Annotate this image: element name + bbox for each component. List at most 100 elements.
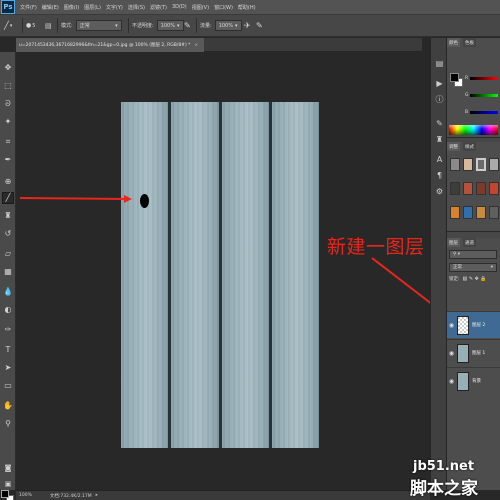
wood-plank <box>171 102 220 448</box>
brush-tool-icon[interactable]: ╱ <box>2 192 14 204</box>
tab-layers[interactable]: 图层 <box>447 238 460 247</box>
properties-panel-icon[interactable]: ⚙ <box>434 186 445 197</box>
red-slider[interactable]: R <box>465 73 500 83</box>
style-preset[interactable] <box>476 158 486 171</box>
paragraph-panel-icon[interactable]: ¶ <box>434 170 445 181</box>
actions-panel-icon[interactable]: ▶ <box>434 78 445 89</box>
blur-tool-icon[interactable]: 💧 <box>2 286 14 298</box>
style-preset[interactable] <box>463 206 473 219</box>
menu-filter[interactable]: 滤镜(T) <box>150 4 167 11</box>
zoom-level[interactable]: 100% <box>19 493 32 498</box>
menu-select[interactable]: 选择(S) <box>128 4 145 11</box>
chevron-right-icon[interactable]: ▸ <box>96 493 98 498</box>
clone-stamp-tool-icon[interactable]: ♜ <box>2 210 14 222</box>
tab-channels[interactable]: 通道 <box>463 238 476 247</box>
tab-swatches[interactable]: 色板 <box>463 38 476 47</box>
menu-window[interactable]: 窗口(W) <box>214 4 233 11</box>
type-tool-icon[interactable]: T <box>2 344 14 356</box>
brush-size-picker[interactable]: ● 5 <box>26 19 35 32</box>
layer-row-layer-1[interactable]: ◉ 图层 1 <box>447 339 500 366</box>
foreground-color-swatch[interactable] <box>1 490 9 498</box>
quick-mask-icon[interactable]: ◙ <box>2 462 14 474</box>
fg-color-chip[interactable] <box>450 73 459 82</box>
status-bar: 100% 文档:732.4K/2.17M ▸ <box>16 490 430 500</box>
document-image[interactable] <box>121 102 319 448</box>
quick-select-tool-icon[interactable]: ✦ <box>2 116 14 128</box>
brush-panel-icon[interactable]: ✎ <box>434 118 445 129</box>
history-brush-tool-icon[interactable]: ↺ <box>2 228 14 240</box>
right-panels: 颜色 色板 R G B 调整 样式 图层 通道 ⚲ ▾ 正常 ▾ 锁定: ▧ ✎… <box>447 38 500 490</box>
lock-icon[interactable]: ▧ ✎ ✥ 🔒 <box>463 276 487 282</box>
menu-layer[interactable]: 图层(L) <box>84 4 101 11</box>
history-panel-icon[interactable]: ▤ <box>434 58 445 69</box>
lasso-tool-icon[interactable]: ᘐ <box>2 98 14 110</box>
tool-preset-picker[interactable]: ╱ ▾ <box>4 19 12 32</box>
opacity-input[interactable]: 100% ▾ <box>156 20 184 31</box>
menu-3d[interactable]: 3D(D) <box>172 4 187 10</box>
airbrush-toggle[interactable]: ✈ <box>244 19 251 32</box>
menu-file[interactable]: 文件(F) <box>20 4 37 11</box>
menu-edit[interactable]: 编辑(E) <box>42 4 59 11</box>
pen-tool-icon[interactable]: ✑ <box>2 324 14 336</box>
style-preset[interactable] <box>489 158 499 171</box>
blue-slider[interactable]: B <box>465 107 500 117</box>
layer-filter-select[interactable]: ⚲ ▾ <box>449 249 497 259</box>
marquee-tool-icon[interactable]: ⬚ <box>2 80 14 92</box>
blend-mode-value: 正常 <box>453 265 462 270</box>
hand-tool-icon[interactable]: ✋ <box>2 400 14 412</box>
document-tab[interactable]: u=2071453436,3671682996&fm=21&gp=0.jpg @… <box>16 38 204 52</box>
rectangle-tool-icon[interactable]: ▭ <box>2 380 14 392</box>
menu-help[interactable]: 帮助(H) <box>238 4 256 11</box>
visibility-eye-icon[interactable]: ◉ <box>447 350 456 357</box>
layer-row-background[interactable]: ◉ 背景 <box>447 367 500 394</box>
tab-adjustments[interactable]: 调整 <box>447 142 460 151</box>
tab-styles[interactable]: 样式 <box>463 142 476 151</box>
eraser-tool-icon[interactable]: ▱ <box>2 248 14 260</box>
style-preset[interactable] <box>463 158 473 171</box>
style-preset[interactable] <box>450 158 460 171</box>
layer-filter[interactable]: ⚲ ▾ <box>449 249 497 259</box>
move-tool-icon[interactable]: ✥ <box>2 62 14 74</box>
flow-input[interactable]: 100% ▾ <box>214 20 242 31</box>
gradient-tool-icon[interactable]: ▦ <box>2 266 14 278</box>
crop-tool-icon[interactable]: ⌗ <box>2 136 14 148</box>
lock-label: 锁定: <box>449 277 460 282</box>
color-spectrum-bar[interactable] <box>449 125 498 135</box>
tab-color[interactable]: 颜色 <box>447 38 460 47</box>
eyedropper-tool-icon[interactable]: ✒ <box>2 154 14 166</box>
style-preset[interactable] <box>463 182 473 195</box>
screen-mode-icon[interactable]: ▣ <box>2 478 14 490</box>
zoom-tool-icon[interactable]: ⚲ <box>2 418 14 430</box>
style-preset[interactable] <box>450 182 460 195</box>
path-select-tool-icon[interactable]: ➤ <box>2 362 14 374</box>
pressure-size-toggle[interactable]: ✎ <box>256 19 263 32</box>
style-preset[interactable] <box>476 206 486 219</box>
menu-image[interactable]: 图像(I) <box>64 4 79 11</box>
pen-pressure-icon: ✎ <box>184 21 191 30</box>
close-icon[interactable]: × <box>194 43 198 48</box>
style-preset[interactable] <box>489 206 499 219</box>
menu-type[interactable]: 文字(Y) <box>106 4 123 11</box>
healing-brush-tool-icon[interactable]: ⊕ <box>2 176 14 188</box>
canvas-area[interactable] <box>17 53 422 490</box>
toolbox: ✥ ⬚ ᘐ ✦ ⌗ ✒ ⊕ ╱ ♜ ↺ ▱ ▦ 💧 ◐ ✑ T ➤ ▭ ✋ ⚲ … <box>0 52 16 500</box>
dodge-tool-icon[interactable]: ◐ <box>2 304 14 316</box>
watermark-site-name: 脚本之家 <box>410 479 478 499</box>
green-slider[interactable]: G <box>465 90 500 100</box>
layers-panel: 图层 通道 ⚲ ▾ 正常 ▾ 锁定: ▧ ✎ ✥ 🔒 ◉ 图层 2 ◉ 图层 1… <box>447 238 500 490</box>
info-panel-icon[interactable]: ⓘ <box>434 94 445 105</box>
clone-source-panel-icon[interactable]: ♜ <box>434 134 445 145</box>
character-panel-icon[interactable]: A <box>434 154 445 165</box>
blend-mode-select[interactable]: 正常 ▾ <box>449 262 497 272</box>
style-preset[interactable] <box>476 182 486 195</box>
layer-row-layer-2[interactable]: ◉ 图层 2 <box>447 311 500 338</box>
menu-view[interactable]: 视图(V) <box>192 4 209 11</box>
style-preset[interactable] <box>489 182 499 195</box>
style-preset[interactable] <box>450 206 460 219</box>
mode-select[interactable]: 正常 ▾ <box>75 20 122 31</box>
blend-mode-control[interactable]: 正常 ▾ <box>449 262 497 272</box>
visibility-eye-icon[interactable]: ◉ <box>447 378 456 385</box>
brush-panel-toggle[interactable]: ▤ <box>45 19 52 32</box>
pressure-opacity-toggle[interactable]: ✎ <box>184 19 191 32</box>
visibility-eye-icon[interactable]: ◉ <box>447 322 456 329</box>
